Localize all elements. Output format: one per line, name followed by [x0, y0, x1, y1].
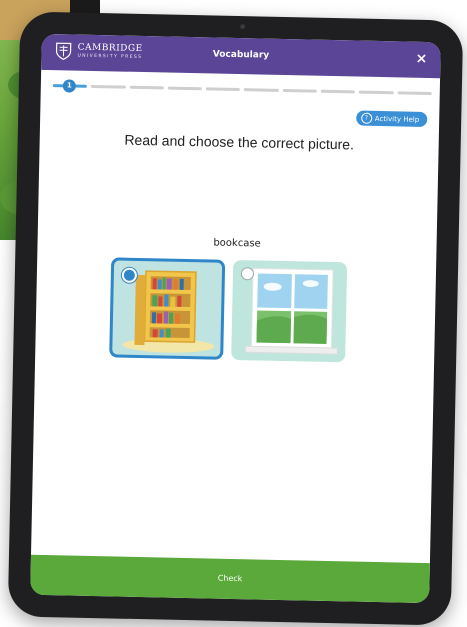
progress-segment [129, 85, 164, 89]
progress-segment [397, 90, 432, 95]
check-button[interactable]: Check [30, 554, 430, 604]
camera-icon [239, 24, 245, 30]
progress-segment [359, 90, 394, 94]
close-button[interactable]: × [412, 50, 430, 68]
question-circle-icon: ? [360, 112, 372, 124]
progress-segment-current: 1 [52, 78, 88, 93]
answer-options [109, 257, 348, 363]
activity-help-button[interactable]: ? Activity Help [355, 110, 428, 127]
progress-current-step: 1 [62, 78, 76, 93]
tablet-device: CAMBRIDGE UNIVERSITY PRESS Vocabulary × … [7, 11, 464, 626]
progress-segment [205, 86, 241, 91]
progress-segment [244, 87, 279, 92]
option-card-window[interactable] [231, 259, 348, 363]
activity-help-label: Activity Help [374, 114, 420, 124]
progress-segment [91, 84, 126, 89]
progress-segment [282, 88, 317, 93]
app-screen: CAMBRIDGE UNIVERSITY PRESS Vocabulary × … [30, 33, 441, 604]
progress-bar: 1 [52, 78, 432, 99]
page-title: Vocabulary [212, 49, 270, 61]
instruction-text: Read and choose the correct picture. [124, 131, 355, 153]
progress-segment [320, 89, 356, 93]
option-card-bookcase[interactable] [109, 257, 226, 360]
progress-segment [167, 86, 203, 90]
header-bar: CAMBRIDGE UNIVERSITY PRESS Vocabulary × [41, 33, 441, 79]
target-word: bookcase [213, 237, 261, 250]
